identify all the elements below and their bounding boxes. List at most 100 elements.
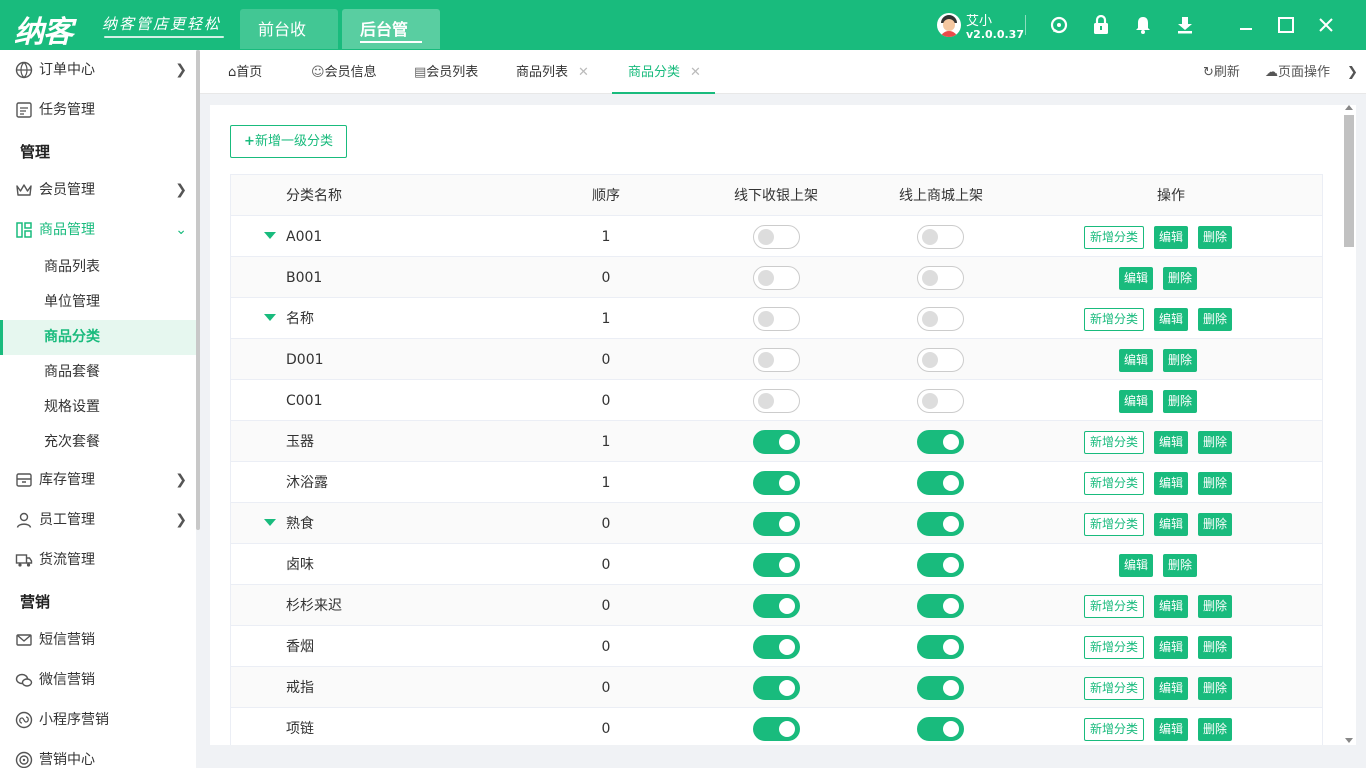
sidebar-item-tasks[interactable]: 任务管理: [0, 90, 196, 130]
edit-button[interactable]: 编辑: [1154, 308, 1188, 331]
edit-button[interactable]: 编辑: [1154, 431, 1188, 454]
edit-button[interactable]: 编辑: [1119, 554, 1153, 577]
edit-button[interactable]: 编辑: [1154, 595, 1188, 618]
delete-button[interactable]: 删除: [1163, 390, 1197, 413]
chevron-right-icon[interactable]: ❯: [1347, 50, 1358, 94]
page-ops-button[interactable]: ☁页面操作: [1265, 50, 1330, 94]
edit-button[interactable]: 编辑: [1154, 636, 1188, 659]
sidebar-item-logistics[interactable]: 货流管理: [0, 540, 196, 580]
tab-home[interactable]: ⌂首页: [228, 50, 262, 94]
edit-button[interactable]: 编辑: [1154, 472, 1188, 495]
edit-button[interactable]: 编辑: [1154, 718, 1188, 741]
edit-button[interactable]: 编辑: [1154, 513, 1188, 536]
delete-button[interactable]: 删除: [1198, 718, 1232, 741]
user-name[interactable]: 艾小: [966, 10, 992, 29]
offline-shelf-toggle[interactable]: [753, 717, 800, 741]
lock-icon[interactable]: [1091, 15, 1111, 35]
delete-button[interactable]: 删除: [1198, 636, 1232, 659]
close-icon[interactable]: ✕: [578, 65, 589, 80]
add-subcategory-button[interactable]: 新增分类: [1084, 513, 1144, 536]
delete-button[interactable]: 删除: [1198, 513, 1232, 536]
support-icon[interactable]: [1049, 15, 1069, 35]
scroll-down-icon[interactable]: [1345, 738, 1353, 743]
add-subcategory-button[interactable]: 新增分类: [1084, 308, 1144, 331]
tab-member-list[interactable]: ▤会员列表: [414, 50, 478, 94]
online-shelf-toggle[interactable]: [917, 717, 964, 741]
add-subcategory-button[interactable]: 新增分类: [1084, 226, 1144, 249]
online-shelf-toggle[interactable]: [917, 307, 964, 331]
expand-caret-icon[interactable]: [264, 519, 276, 526]
bell-icon[interactable]: [1133, 15, 1153, 35]
top-tab-backend[interactable]: 后台管理: [342, 9, 440, 81]
tab-goods-list[interactable]: 商品列表 ✕: [516, 50, 589, 94]
tab-goods-category[interactable]: 商品分类 ✕: [612, 50, 715, 94]
online-shelf-toggle[interactable]: [917, 471, 964, 495]
tab-member-info[interactable]: ☺会员信息: [311, 50, 377, 94]
sidebar-item-inventory[interactable]: 库存管理 ❯: [0, 460, 196, 500]
offline-shelf-toggle[interactable]: [753, 225, 800, 249]
sidebar-item-wechat-marketing[interactable]: 微信营销: [0, 660, 196, 700]
scroll-up-icon[interactable]: [1345, 105, 1353, 110]
top-tab-front-cashier[interactable]: 前台收银: [240, 9, 338, 81]
sidebar-sub-spec-settings[interactable]: 规格设置: [0, 390, 196, 425]
offline-shelf-toggle[interactable]: [753, 307, 800, 331]
sidebar-item-staff[interactable]: 员工管理 ❯: [0, 500, 196, 540]
offline-shelf-toggle[interactable]: [753, 676, 800, 700]
expand-caret-icon[interactable]: [264, 232, 276, 239]
online-shelf-toggle[interactable]: [917, 512, 964, 536]
offline-shelf-toggle[interactable]: [753, 553, 800, 577]
refresh-button[interactable]: ↻刷新: [1203, 50, 1240, 94]
offline-shelf-toggle[interactable]: [753, 389, 800, 413]
delete-button[interactable]: 删除: [1163, 349, 1197, 372]
expand-caret-icon[interactable]: [264, 314, 276, 321]
sidebar-sub-recharge-package[interactable]: 充次套餐: [0, 425, 196, 460]
offline-shelf-toggle[interactable]: [753, 512, 800, 536]
offline-shelf-toggle[interactable]: [753, 266, 800, 290]
delete-button[interactable]: 删除: [1198, 677, 1232, 700]
add-subcategory-button[interactable]: 新增分类: [1084, 431, 1144, 454]
online-shelf-toggle[interactable]: [917, 594, 964, 618]
edit-button[interactable]: 编辑: [1154, 226, 1188, 249]
edit-button[interactable]: 编辑: [1119, 390, 1153, 413]
online-shelf-toggle[interactable]: [917, 266, 964, 290]
add-subcategory-button[interactable]: 新增分类: [1084, 472, 1144, 495]
maximize-icon[interactable]: [1276, 15, 1296, 35]
sidebar-item-goods[interactable]: 商品管理 ⌄: [0, 210, 196, 250]
close-icon[interactable]: ✕: [690, 65, 701, 80]
avatar[interactable]: [937, 13, 961, 37]
offline-shelf-toggle[interactable]: [753, 348, 800, 372]
sidebar-scrollbar[interactable]: [196, 50, 200, 530]
sidebar-sub-goods-package[interactable]: 商品套餐: [0, 355, 196, 390]
edit-button[interactable]: 编辑: [1154, 677, 1188, 700]
offline-shelf-toggle[interactable]: [753, 471, 800, 495]
delete-button[interactable]: 删除: [1198, 431, 1232, 454]
online-shelf-toggle[interactable]: [917, 553, 964, 577]
add-subcategory-button[interactable]: 新增分类: [1084, 595, 1144, 618]
sidebar-item-members[interactable]: 会员管理 ❯: [0, 170, 196, 210]
edit-button[interactable]: 编辑: [1119, 267, 1153, 290]
minimize-icon[interactable]: [1236, 15, 1256, 35]
online-shelf-toggle[interactable]: [917, 676, 964, 700]
offline-shelf-toggle[interactable]: [753, 635, 800, 659]
online-shelf-toggle[interactable]: [917, 348, 964, 372]
delete-button[interactable]: 删除: [1163, 554, 1197, 577]
delete-button[interactable]: 删除: [1198, 308, 1232, 331]
online-shelf-toggle[interactable]: [917, 430, 964, 454]
sidebar-sub-goods-list[interactable]: 商品列表: [0, 250, 196, 285]
add-top-category-button[interactable]: +新增一级分类: [230, 125, 347, 158]
delete-button[interactable]: 删除: [1198, 226, 1232, 249]
add-subcategory-button[interactable]: 新增分类: [1084, 677, 1144, 700]
offline-shelf-toggle[interactable]: [753, 594, 800, 618]
online-shelf-toggle[interactable]: [917, 225, 964, 249]
add-subcategory-button[interactable]: 新增分类: [1084, 718, 1144, 741]
sidebar-sub-units[interactable]: 单位管理: [0, 285, 196, 320]
add-subcategory-button[interactable]: 新增分类: [1084, 636, 1144, 659]
online-shelf-toggle[interactable]: [917, 389, 964, 413]
download-icon[interactable]: [1175, 15, 1195, 35]
edit-button[interactable]: 编辑: [1119, 349, 1153, 372]
content-scrollbar[interactable]: [1342, 105, 1356, 745]
scroll-thumb[interactable]: [1344, 115, 1354, 247]
close-icon[interactable]: [1316, 15, 1336, 35]
sidebar-sub-goods-category[interactable]: 商品分类: [0, 320, 196, 355]
sidebar-item-orders[interactable]: 订单中心 ❯: [0, 50, 196, 90]
